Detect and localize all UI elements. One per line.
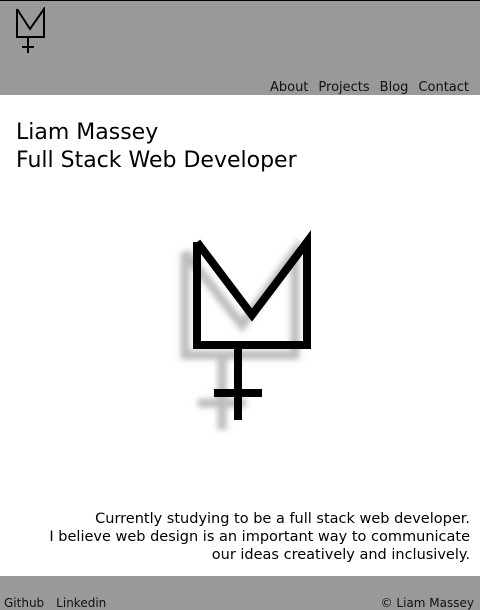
hero-role: Full Stack Web Developer bbox=[16, 148, 297, 173]
hero-heading: Liam Massey Full Stack Web Developer bbox=[16, 119, 297, 175]
tagline-line: our ideas creatively and inclusively. bbox=[211, 547, 470, 563]
hero-name: Liam Massey bbox=[16, 120, 159, 145]
main-nav: About Projects Blog Contact bbox=[270, 80, 469, 95]
nav-link-about[interactable]: About bbox=[270, 80, 308, 95]
lm-monogram-logo bbox=[180, 230, 311, 430]
footer-links: Github Linkedin bbox=[4, 596, 106, 610]
tagline-line: I believe web design is an important way… bbox=[49, 529, 470, 545]
site-header: About Projects Blog Contact bbox=[0, 0, 480, 95]
github-link[interactable]: Github bbox=[4, 596, 44, 610]
nav-link-contact[interactable]: Contact bbox=[418, 80, 469, 95]
tagline: Currently studying to be a full stack we… bbox=[10, 510, 470, 564]
nav-link-blog[interactable]: Blog bbox=[380, 80, 409, 95]
linkedin-link[interactable]: Linkedin bbox=[56, 596, 106, 610]
tagline-line: Currently studying to be a full stack we… bbox=[95, 511, 470, 527]
nav-link-projects[interactable]: Projects bbox=[318, 80, 369, 95]
site-footer: Github Linkedin © Liam Massey bbox=[0, 576, 480, 610]
copyright-text: © Liam Massey bbox=[380, 596, 474, 610]
lm-monogram-logo[interactable] bbox=[14, 7, 48, 55]
